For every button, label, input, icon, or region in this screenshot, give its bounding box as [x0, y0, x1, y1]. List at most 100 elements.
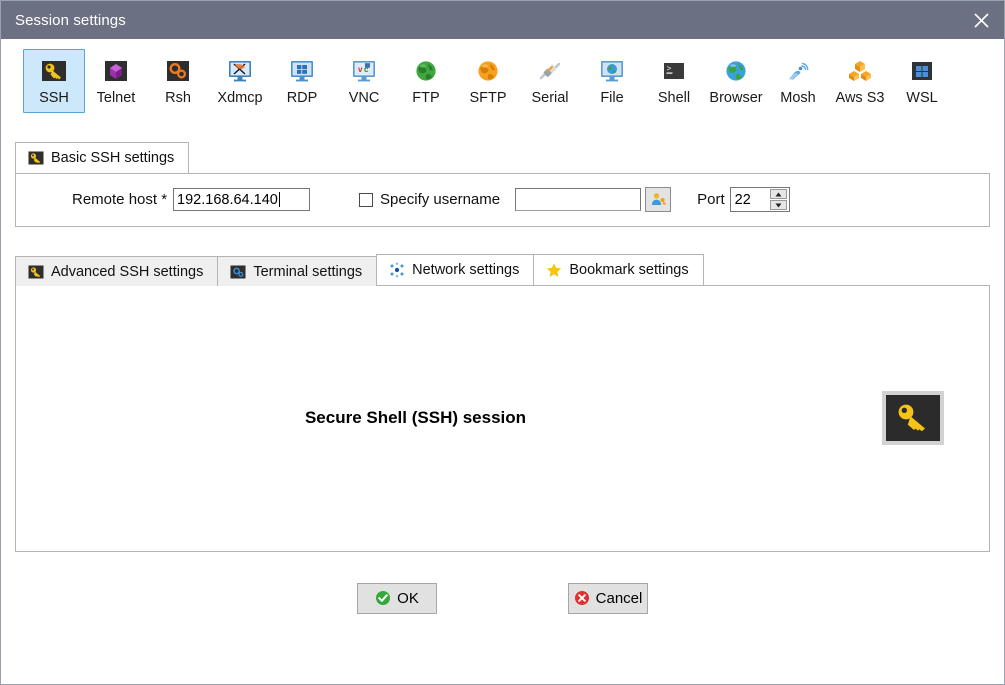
protocol-label: Shell: [657, 90, 691, 106]
protocol-aws-s3[interactable]: Aws S3: [829, 49, 891, 113]
protocol-vnc[interactable]: v c VNC: [333, 49, 395, 113]
titlebar: Session settings: [1, 1, 1004, 39]
protocol-wsl[interactable]: WSL: [891, 49, 953, 113]
settings-tabpanel: Advanced SSH settings Terminal settings: [15, 253, 990, 552]
cancel-button[interactable]: Cancel: [568, 582, 648, 614]
protocol-xdmcp[interactable]: Xdmcp: [209, 49, 271, 113]
dialog-buttons: OK Cancel: [1, 582, 1004, 614]
key-icon: [42, 61, 66, 81]
star-icon: [547, 262, 562, 277]
protocol-label: Telnet: [96, 90, 136, 106]
session-settings-dialog: Session settings SSH Telnet Rsh Xdmcp RD…: [0, 0, 1005, 685]
remote-host-input[interactable]: 192.168.64.140: [173, 188, 311, 211]
tab-label: Basic SSH settings: [51, 149, 175, 166]
protocol-label: RDP: [286, 90, 318, 106]
basic-ssh-panel: Remote host * 192.168.64.140 Specify use…: [15, 172, 990, 227]
protocol-label: File: [600, 90, 624, 106]
tab-basic-ssh-settings[interactable]: Basic SSH settings: [15, 141, 190, 173]
x-circle-icon: [574, 591, 589, 605]
wsl-windows-icon: [912, 62, 932, 80]
protocol-ssh[interactable]: SSH: [23, 49, 85, 113]
session-content-panel: Secure Shell (SSH) session: [15, 284, 990, 552]
spin-down-icon: [775, 203, 782, 207]
protocol-file[interactable]: File: [581, 49, 643, 113]
x-monitor-icon: [229, 61, 251, 82]
protocol-label: FTP: [412, 90, 440, 106]
protocol-sftp[interactable]: SFTP: [457, 49, 519, 113]
protocol-label: Serial: [531, 90, 569, 106]
protocol-label: Rsh: [165, 90, 191, 106]
port-increment-button[interactable]: [769, 189, 787, 199]
ok-label: OK: [397, 589, 419, 607]
blue-globe-icon: [726, 61, 746, 81]
check-circle-icon: [376, 591, 391, 605]
protocol-label: SSH: [39, 90, 69, 106]
green-globe-icon: [416, 61, 436, 81]
windows-monitor-icon: [291, 61, 313, 82]
key-icon: [898, 404, 925, 432]
protocol-shell[interactable]: > Shell: [643, 49, 705, 113]
protocol-browser[interactable]: Browser: [705, 49, 767, 113]
key-icon: [28, 151, 44, 164]
close-button[interactable]: [958, 1, 1004, 39]
dialog-body: SSH Telnet Rsh Xdmcp RDP v c VNC FTP SFT…: [1, 39, 1004, 684]
orange-globe-icon: [478, 61, 498, 81]
basic-field-row: Remote host * 192.168.64.140 Specify use…: [16, 187, 989, 212]
basic-ssh-tabpanel: Basic SSH settings Remote host * 192.168…: [15, 141, 990, 227]
protocol-label: Xdmcp: [217, 90, 263, 106]
remote-host-label: Remote host *: [72, 191, 168, 208]
username-input[interactable]: [515, 188, 642, 211]
protocol-rdp[interactable]: RDP: [271, 49, 333, 113]
basic-tabstrip: Basic SSH settings: [15, 141, 990, 173]
tab-label: Bookmark settings: [569, 261, 689, 278]
terminal-icon: >: [664, 63, 684, 79]
vnc-monitor-icon: v c: [353, 61, 375, 82]
text-caret: [278, 192, 280, 207]
protocol-label: Browser: [709, 90, 763, 106]
gear-icon: [230, 265, 246, 278]
tab-label: Advanced SSH settings: [51, 263, 204, 280]
tab-label: Network settings: [412, 261, 520, 278]
ok-button[interactable]: OK: [357, 582, 437, 614]
window-title: Session settings: [15, 11, 126, 29]
protocol-ftp[interactable]: FTP: [395, 49, 457, 113]
protocol-label: VNC: [348, 90, 380, 106]
protocol-label: Mosh: [780, 90, 816, 106]
port-decrement-button[interactable]: [769, 200, 787, 210]
port-label: Port: [697, 191, 725, 208]
globe-monitor-icon: [601, 61, 623, 82]
satellite-dish-icon: [789, 62, 809, 80]
plug-icon: [539, 62, 561, 80]
key-icon: [28, 265, 44, 278]
protocol-label: SFTP: [469, 90, 507, 106]
remote-host-value: 192.168.64.140: [177, 191, 278, 208]
spin-up-icon: [775, 192, 782, 196]
select-user-button[interactable]: [645, 187, 672, 212]
cancel-label: Cancel: [595, 589, 643, 607]
tab-network-settings[interactable]: Network settings: [376, 253, 535, 285]
tab-advanced-ssh-settings[interactable]: Advanced SSH settings: [15, 255, 219, 286]
protocol-rsh[interactable]: Rsh: [147, 49, 209, 113]
specify-username-label: Specify username: [380, 191, 501, 208]
protocol-toolbar: SSH Telnet Rsh Xdmcp RDP v c VNC FTP SFT…: [1, 39, 1004, 117]
user-key-icon: [651, 193, 666, 205]
aws-cubes-icon: [849, 61, 871, 81]
settings-tabstrip: Advanced SSH settings Terminal settings: [15, 253, 990, 286]
protocol-telnet[interactable]: Telnet: [85, 49, 147, 113]
specify-username-checkbox[interactable]: Specify username: [359, 191, 500, 208]
network-icon: [390, 262, 404, 277]
telnet-cube-icon: [105, 61, 127, 81]
port-spinner[interactable]: 22: [729, 187, 790, 212]
tab-bookmark-settings[interactable]: Bookmark settings: [533, 253, 704, 285]
protocol-label: WSL: [906, 90, 938, 106]
protocol-mosh[interactable]: Mosh: [767, 49, 829, 113]
close-icon: [973, 12, 989, 28]
tab-label: Terminal settings: [253, 263, 363, 280]
tab-terminal-settings[interactable]: Terminal settings: [217, 255, 378, 286]
checkbox-box: [359, 192, 374, 207]
session-description: Secure Shell (SSH) session: [304, 408, 527, 427]
port-value: 22: [734, 191, 751, 208]
protocol-label: Aws S3: [835, 90, 885, 106]
protocol-serial[interactable]: Serial: [519, 49, 581, 113]
gears-icon: [167, 61, 189, 81]
